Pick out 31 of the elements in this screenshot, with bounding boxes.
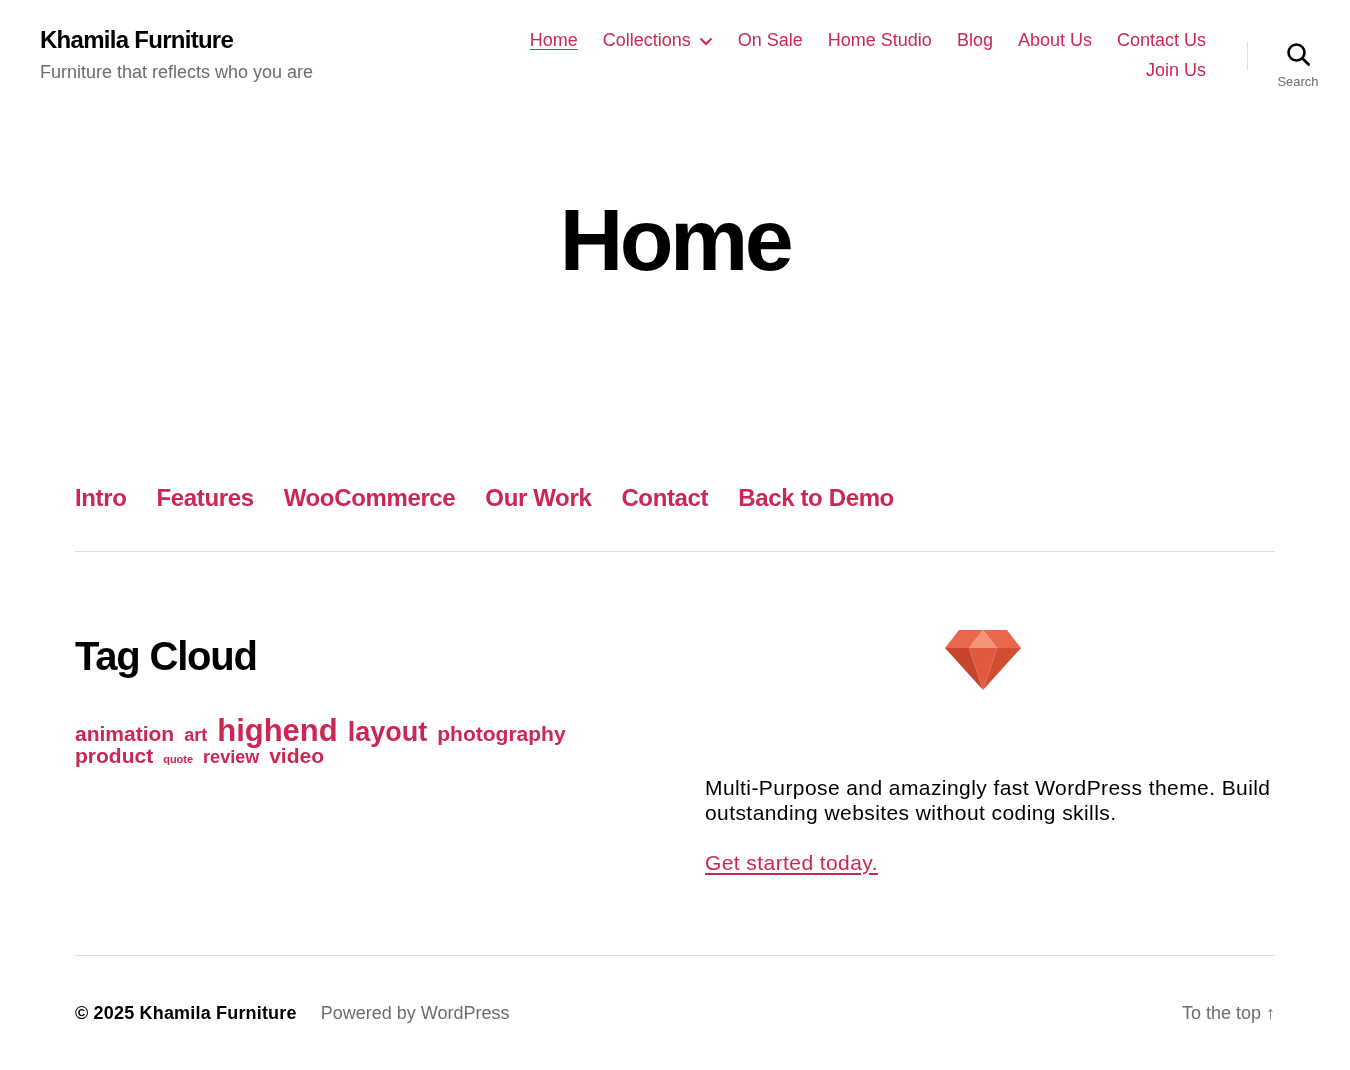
to-the-top-link[interactable]: To the top ↑	[1181, 1001, 1275, 1025]
nav-link[interactable]: Home	[529, 25, 578, 55]
nav-link[interactable]: Join Us	[1145, 55, 1206, 85]
section-link[interactable]: WooCommerce	[283, 483, 456, 513]
nav-link[interactable]: Collections	[602, 25, 713, 55]
section-link[interactable]: Our Work	[485, 483, 592, 513]
nav-link[interactable]: About Us	[1017, 25, 1092, 55]
tag-link[interactable]: video	[269, 743, 324, 769]
site-title[interactable]: Khamila Furniture	[40, 25, 314, 55]
nav-link[interactable]: On Sale	[737, 25, 803, 55]
tag-link[interactable]: quote	[163, 752, 194, 766]
nav-link[interactable]: Contact Us	[1116, 25, 1206, 55]
section-link[interactable]: Back to Demo	[738, 483, 894, 513]
powered-by-link[interactable]: Powered by WordPress	[320, 1001, 510, 1025]
tag-link[interactable]: layout	[347, 717, 428, 749]
get-started-link[interactable]: Get started today.	[705, 851, 878, 874]
gem-icon	[945, 630, 1021, 690]
page-title: Home	[558, 196, 792, 284]
section-link[interactable]: Contact	[621, 483, 709, 513]
search-icon	[1286, 43, 1310, 66]
site-tagline: Furniture that reflects who you are	[40, 61, 314, 84]
nav-link[interactable]: Blog	[956, 25, 993, 55]
section-link[interactable]: Features	[156, 483, 254, 513]
tag-cloud-heading: Tag Cloud	[75, 633, 258, 680]
search-button[interactable]: Search	[1258, 43, 1338, 90]
section-link[interactable]: Intro	[75, 483, 127, 513]
tag-link[interactable]: art	[184, 725, 208, 747]
promo-text: Multi-Purpose and amazingly fast WordPress theme. Build outstanding websites without coding skills.	[705, 775, 1272, 825]
nav-link[interactable]: Home Studio	[827, 25, 932, 55]
footer-copyright: © 2025 Khamila Furniture	[75, 1002, 297, 1025]
tag-link[interactable]: photography	[437, 722, 566, 747]
